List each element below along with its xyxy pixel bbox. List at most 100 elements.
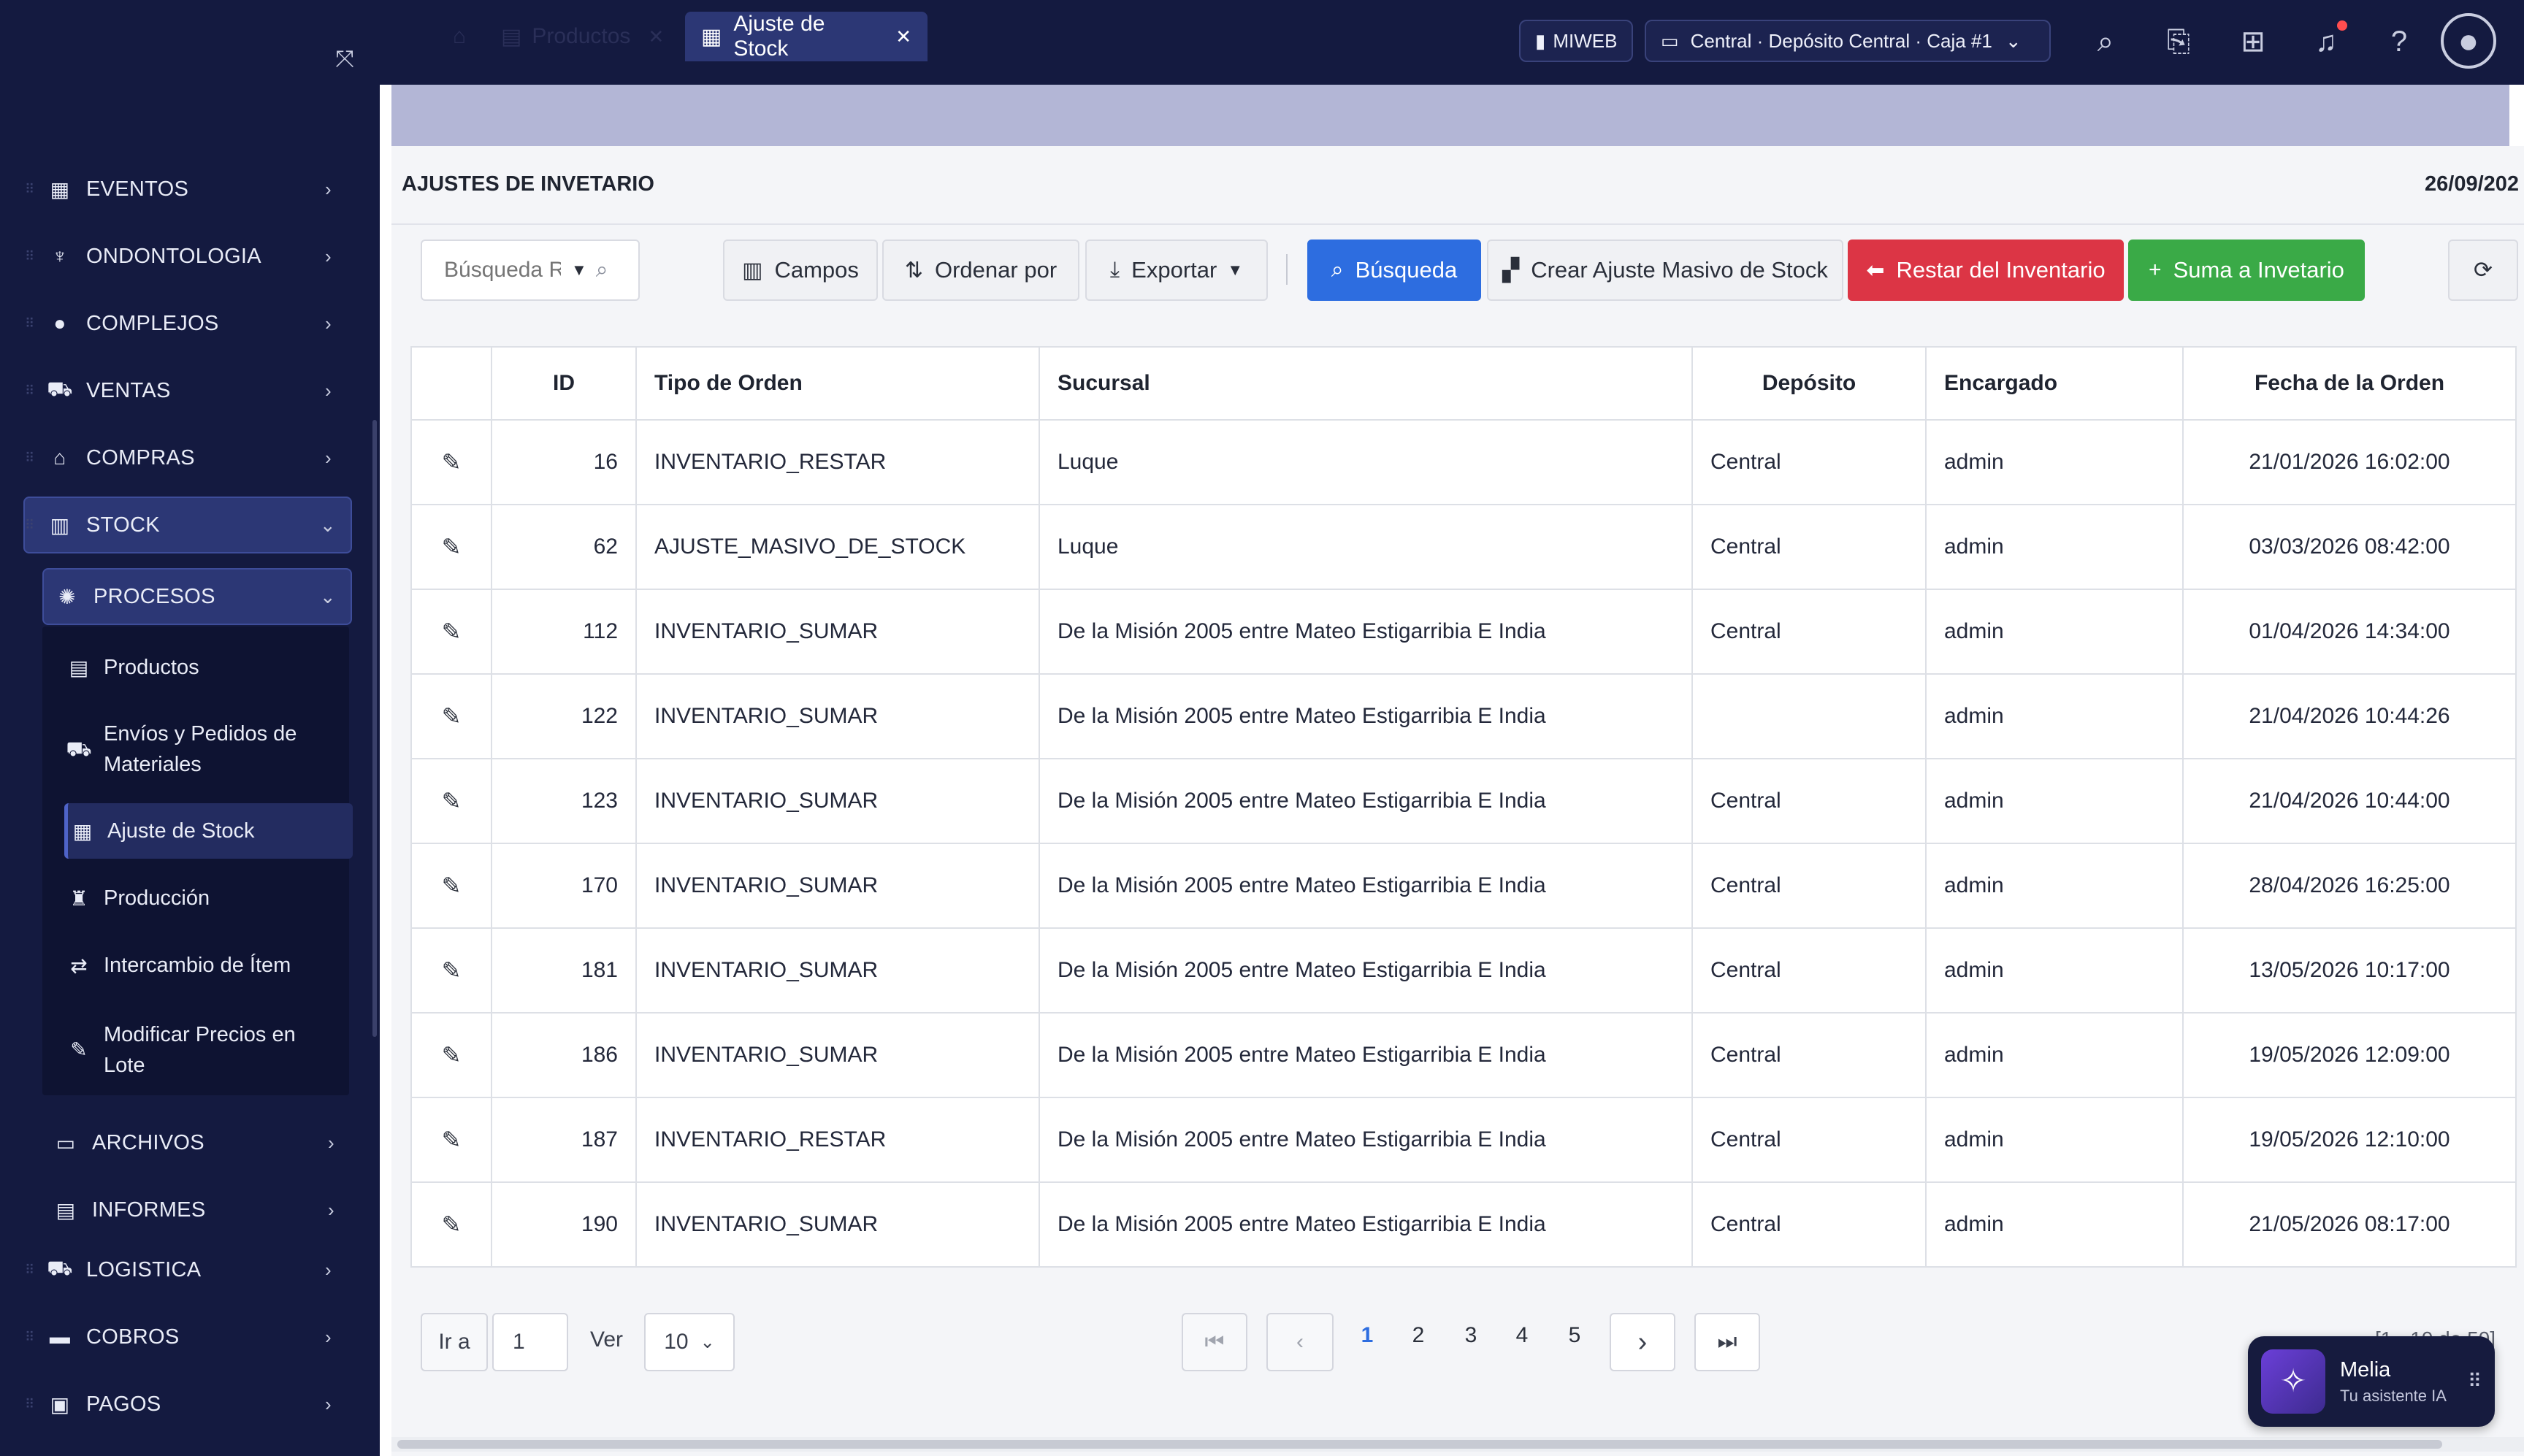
- edit-icon[interactable]: ✎: [410, 1181, 492, 1268]
- cell-sucursal: De la Misión 2005 entre Mateo Estigarrib…: [1039, 927, 1693, 1014]
- sidebar-item-archivos[interactable]: ▭ ARCHIVOS ›: [42, 1116, 349, 1170]
- tab-bar: [391, 85, 2509, 146]
- subtract-inventory-button[interactable]: ⬅ Restar del Inventario: [1848, 240, 2124, 301]
- sidebar-subitem-productos[interactable]: ▤ Productos: [64, 640, 349, 695]
- sidebar-item-pagos[interactable]: ⠿ ▣ PAGOS ›: [25, 1377, 346, 1431]
- table-header-row: ID Tipo de Orden Sucursal Depósito Encar…: [410, 346, 2517, 421]
- sidebar-subitem-label: Intercambio de Ítem: [104, 953, 291, 977]
- edit-icon[interactable]: ✎: [410, 419, 492, 505]
- search-button[interactable]: ⌕ Búsqueda: [1307, 240, 1481, 301]
- building-icon: ▮: [1535, 29, 1546, 52]
- quick-search-field[interactable]: ▼ ⌕: [421, 240, 640, 301]
- fields-button[interactable]: ▥ Campos: [723, 240, 878, 301]
- sidebar-item-cobros[interactable]: ⠿ ▬ COBROS ›: [25, 1310, 346, 1364]
- home-icon[interactable]: ⌂: [453, 12, 466, 61]
- sidebar-item-eventos[interactable]: ⠿ ▦ EVENTOS ›: [25, 162, 346, 216]
- sort-by-button[interactable]: ⇅ Ordenar por: [882, 240, 1079, 301]
- page-size-select[interactable]: 10 ⌄: [644, 1313, 735, 1371]
- page-number[interactable]: 1: [1353, 1323, 1382, 1348]
- sidebar-subitem-label: Producción: [104, 886, 210, 910]
- products-icon: ▤: [69, 656, 89, 679]
- mass-stock-adjust-button[interactable]: ▞ Crear Ajuste Masivo de Stock: [1487, 240, 1843, 301]
- column-header-deposito[interactable]: Depósito: [1691, 346, 1927, 421]
- user-avatar-icon[interactable]: ●: [2441, 13, 2496, 69]
- edit-icon[interactable]: ✎: [410, 843, 492, 929]
- last-page-icon[interactable]: ⏭: [1694, 1313, 1760, 1371]
- previous-page-icon[interactable]: ‹: [1266, 1313, 1334, 1371]
- chevron-right-icon: ›: [325, 1325, 332, 1348]
- sidebar-subitem-envios[interactable]: ⛟ Envíos y Pedidos de Materiales: [64, 713, 349, 786]
- column-header-sucursal[interactable]: Sucursal: [1039, 346, 1693, 421]
- search-input[interactable]: [443, 257, 562, 283]
- horizontal-scrollbar[interactable]: [391, 1437, 2524, 1452]
- sidebar-subitem-produccion[interactable]: ♜ Producción: [64, 870, 349, 926]
- edit-icon: ✎: [70, 1038, 88, 1061]
- column-header-encargado[interactable]: Encargado: [1925, 346, 2184, 421]
- page-number[interactable]: 4: [1507, 1323, 1537, 1348]
- sidebar-item-stock[interactable]: ⠿ ▥ STOCK ⌄: [23, 497, 352, 553]
- cell-fecha: 19/05/2026 12:09:00: [2182, 1012, 2517, 1098]
- drag-grip-icon: ⠿: [25, 450, 35, 465]
- page-number[interactable]: 5: [1560, 1323, 1589, 1348]
- tab-ajuste-de-stock[interactable]: ▦ Ajuste de Stock ✕: [685, 12, 928, 61]
- edit-icon[interactable]: ✎: [410, 758, 492, 844]
- sidebar-item-compras[interactable]: ⠿ ⌂ COMPRAS ›: [25, 431, 346, 485]
- cell-fecha: 19/05/2026 12:10:00: [2182, 1097, 2517, 1183]
- sidebar-subitem-ajuste-stock[interactable]: ▦ Ajuste de Stock: [64, 803, 353, 859]
- next-page-icon[interactable]: ›: [1610, 1313, 1675, 1371]
- apps-grid-icon[interactable]: ⊞: [2230, 19, 2276, 64]
- edit-icon[interactable]: ✎: [410, 1097, 492, 1183]
- drag-grip-icon[interactable]: ⠿: [2468, 1370, 2482, 1392]
- sidebar-subitem-intercambio[interactable]: ⇄ Intercambio de Ítem: [64, 938, 349, 993]
- cell-fecha: 03/03/2026 08:42:00: [2182, 504, 2517, 590]
- close-tab-icon[interactable]: ✕: [648, 26, 664, 48]
- cell-deposito: Central: [1691, 589, 1927, 675]
- basket-icon: ⌂: [53, 446, 66, 469]
- cell-encargado: admin: [1925, 843, 2184, 929]
- cell-sucursal: De la Misión 2005 entre Mateo Estigarrib…: [1039, 673, 1693, 759]
- caret-down-icon[interactable]: ▼: [571, 261, 587, 280]
- edit-icon[interactable]: ✎: [410, 589, 492, 675]
- page-number[interactable]: 3: [1456, 1323, 1485, 1348]
- sidebar-item-procesos[interactable]: ✺ PROCESOS ⌄: [42, 568, 352, 625]
- close-tab-icon[interactable]: ✕: [895, 26, 911, 48]
- tab-productos[interactable]: ▤ Productos ✕: [501, 12, 664, 61]
- cell-deposito: [1691, 673, 1927, 759]
- cell-encargado: admin: [1925, 419, 2184, 505]
- page-number[interactable]: 2: [1404, 1323, 1433, 1348]
- sidebar-item-ventas[interactable]: ⠿ ⛟ VENTAS ›: [25, 364, 346, 418]
- edit-icon[interactable]: ✎: [410, 504, 492, 590]
- first-page-icon[interactable]: ⏮: [1182, 1313, 1247, 1371]
- sidebar-item-ondontologia[interactable]: ⠿ ♆ ONDONTOLOGIA ›: [25, 229, 346, 283]
- ai-assistant-widget[interactable]: ✧ Melia Tu asistente IA ⠿: [2248, 1336, 2495, 1427]
- column-header-id[interactable]: ID: [491, 346, 637, 421]
- cell-encargado: admin: [1925, 1012, 2184, 1098]
- column-header-fecha[interactable]: Fecha de la Orden: [2182, 346, 2517, 421]
- chevron-right-icon: ›: [325, 1392, 332, 1415]
- paint-roller-icon[interactable]: ⎘: [2156, 19, 2201, 64]
- edit-icon[interactable]: ✎: [410, 927, 492, 1014]
- location-selector-label: Central · Depósito Central · Caja #1: [1690, 29, 1992, 52]
- cell-deposito: Central: [1691, 1097, 1927, 1183]
- sidebar-item-informes[interactable]: ▤ INFORMES ›: [42, 1183, 349, 1237]
- edit-icon[interactable]: ✎: [410, 1012, 492, 1098]
- cart-icon: ⛟: [47, 378, 73, 400]
- add-inventory-button[interactable]: + Suma a Invetario: [2128, 240, 2365, 301]
- company-badge[interactable]: ▮ MIWEB: [1519, 20, 1633, 62]
- cell-sucursal: Luque: [1039, 419, 1693, 505]
- edit-icon[interactable]: ✎: [410, 673, 492, 759]
- help-icon[interactable]: ?: [2376, 19, 2422, 64]
- export-button[interactable]: ⤓ Exportar ▼: [1085, 240, 1268, 301]
- sidebar-scrollbar[interactable]: [372, 420, 377, 1037]
- location-selector[interactable]: ▭ Central · Depósito Central · Caja #1 ⌄: [1645, 20, 2051, 62]
- refresh-button[interactable]: ⟳: [2448, 240, 2518, 301]
- collapse-sidebar-icon[interactable]: ⤧: [330, 44, 359, 73]
- sidebar-subitem-modificar-precios[interactable]: ✎ Modificar Precios en Lote: [64, 1014, 349, 1087]
- goto-page-input[interactable]: 1: [492, 1313, 568, 1371]
- scrollbar-thumb[interactable]: [397, 1440, 2442, 1449]
- sidebar-item-logistica[interactable]: ⠿ ⛟ LOGISTICA ›: [25, 1243, 346, 1297]
- sidebar-item-complejos[interactable]: ⠿ ● COMPLEJOS ›: [25, 296, 346, 350]
- search-icon[interactable]: ⌕: [2083, 19, 2128, 64]
- column-header-tipo[interactable]: Tipo de Orden: [635, 346, 1040, 421]
- cell-id: 123: [491, 758, 637, 844]
